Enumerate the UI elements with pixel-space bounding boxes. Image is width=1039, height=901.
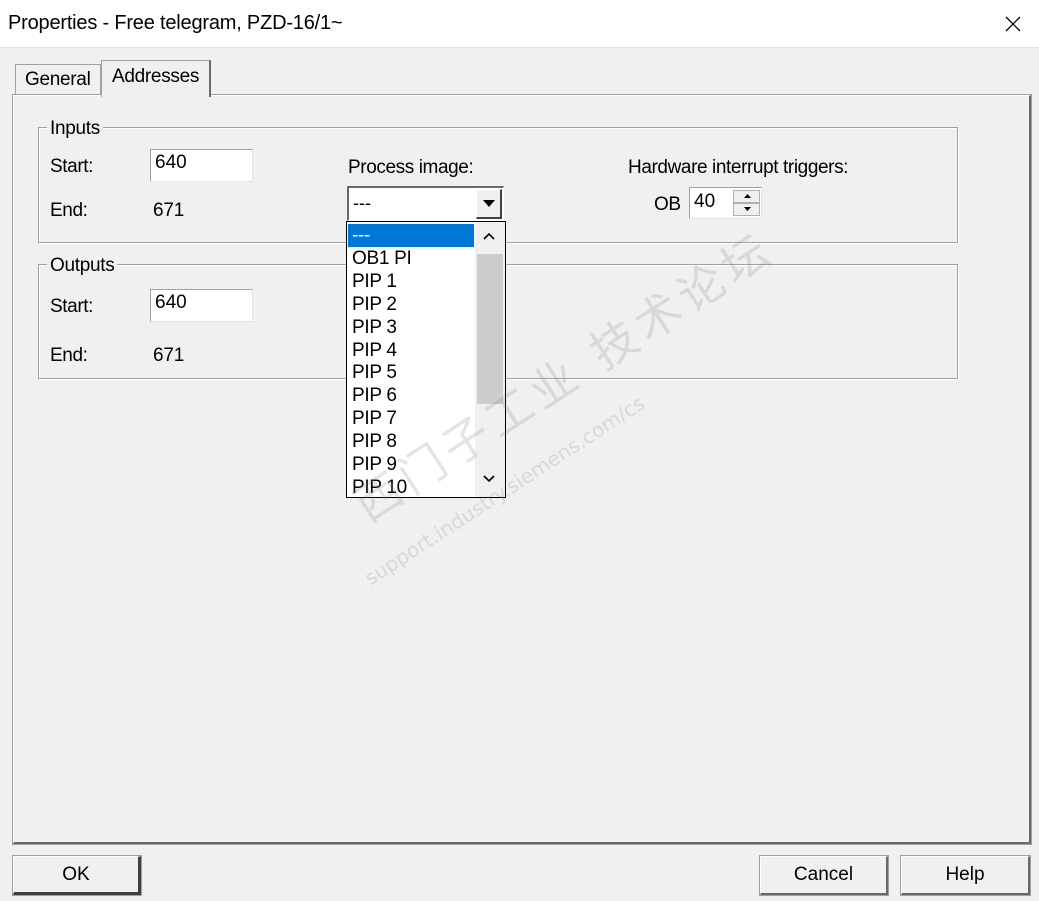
dropdown-option[interactable]: PIP 6 xyxy=(348,384,474,407)
dropdown-option[interactable]: PIP 10 xyxy=(348,476,474,497)
ob-spinner[interactable]: 40 xyxy=(689,187,762,219)
arrow-down-icon xyxy=(744,207,751,211)
inputs-group-label: Inputs xyxy=(47,118,103,140)
dropdown-option[interactable]: --- xyxy=(348,224,474,247)
scrollbar-thumb[interactable] xyxy=(477,254,503,404)
scroll-down-icon[interactable] xyxy=(483,475,495,483)
scroll-up-icon[interactable] xyxy=(483,232,495,240)
inputs-end-value: 671 xyxy=(153,200,185,221)
cancel-button[interactable]: Cancel xyxy=(759,855,889,896)
ok-button[interactable]: OK xyxy=(12,855,142,896)
outputs-start-field[interactable]: 640 xyxy=(150,289,253,322)
tab-general[interactable]: General xyxy=(15,64,101,96)
ob-label: OB xyxy=(654,194,681,215)
dropdown-scrollbar[interactable] xyxy=(475,222,505,497)
dropdown-option[interactable]: PIP 4 xyxy=(348,339,474,362)
outputs-group-label: Outputs xyxy=(47,255,118,277)
chevron-down-icon xyxy=(483,200,495,207)
dropdown-option[interactable]: PIP 9 xyxy=(348,453,474,476)
title-bar: Properties - Free telegram, PZD-16/1~ xyxy=(0,0,1039,48)
inputs-start-field[interactable]: 640 xyxy=(150,149,253,182)
dropdown-option[interactable]: PIP 8 xyxy=(348,430,474,453)
ob-value: 40 xyxy=(694,191,716,212)
arrow-up-icon xyxy=(744,194,751,198)
dropdown-option[interactable]: PIP 1 xyxy=(348,270,474,293)
dropdown-option[interactable]: PIP 5 xyxy=(348,361,474,384)
inputs-start-label: Start: xyxy=(50,156,94,177)
dropdown-option[interactable]: PIP 3 xyxy=(348,316,474,339)
process-image-dropdown-list[interactable]: --- OB1 PI PIP 1 PIP 2 PIP 3 PIP 4 PIP 5… xyxy=(346,221,506,498)
inputs-end-label: End: xyxy=(50,200,88,221)
ob-decrement-button[interactable] xyxy=(733,203,760,216)
hw-interrupt-label: Hardware interrupt triggers: xyxy=(628,157,849,178)
process-image-dropdown-button[interactable] xyxy=(476,189,502,219)
outputs-end-value: 671 xyxy=(153,345,185,366)
process-image-label: Process image: xyxy=(348,157,474,178)
process-image-selected-value: --- xyxy=(353,193,371,213)
outputs-end-label: End: xyxy=(50,345,88,366)
close-icon xyxy=(1005,16,1021,32)
tab-addresses[interactable]: Addresses xyxy=(101,60,211,97)
outputs-start-label: Start: xyxy=(50,296,94,317)
dropdown-option[interactable]: PIP 2 xyxy=(348,293,474,316)
dropdown-option[interactable]: OB1 PI xyxy=(348,247,474,270)
dropdown-option[interactable]: PIP 7 xyxy=(348,407,474,430)
close-button[interactable] xyxy=(989,0,1039,48)
ob-spinner-buttons xyxy=(733,190,760,216)
help-button[interactable]: Help xyxy=(900,855,1031,896)
ob-increment-button[interactable] xyxy=(733,190,760,203)
window-title: Properties - Free telegram, PZD-16/1~ xyxy=(8,12,343,34)
process-image-select[interactable]: --- xyxy=(347,186,504,221)
